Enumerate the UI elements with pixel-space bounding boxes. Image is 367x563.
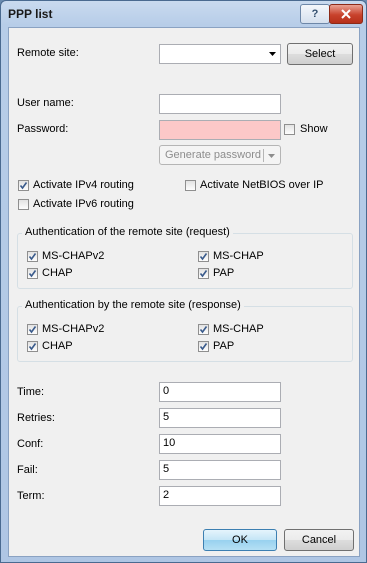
time-input[interactable]: 0 — [159, 382, 281, 402]
response-pap-checkbox[interactable] — [198, 341, 209, 352]
checkmark-icon — [28, 270, 37, 278]
request-pap-checkbox[interactable] — [198, 268, 209, 279]
cancel-button[interactable]: Cancel — [284, 529, 354, 551]
response-mschapv2-checkbox[interactable] — [27, 324, 38, 335]
user-name-label: User name: — [17, 97, 74, 109]
response-mschap-checkbox[interactable] — [198, 324, 209, 335]
conf-input[interactable]: 10 — [159, 434, 281, 454]
request-chap-checkbox[interactable] — [27, 268, 38, 279]
time-label: Time: — [17, 386, 45, 398]
checkmark-icon — [28, 343, 37, 351]
split-divider — [263, 149, 264, 162]
auth-request-title: Authentication of the remote site (reque… — [22, 226, 233, 238]
chevron-down-icon — [269, 52, 276, 56]
close-icon — [341, 9, 351, 19]
term-input[interactable]: 2 — [159, 486, 281, 506]
auth-response-title: Authentication by the remote site (respo… — [22, 299, 244, 311]
request-mschap-label: MS-CHAP — [213, 250, 264, 262]
fail-input[interactable]: 5 — [159, 460, 281, 480]
help-button[interactable]: ? — [300, 4, 330, 24]
retries-label: Retries: — [17, 412, 55, 424]
netbios-label: Activate NetBIOS over IP — [200, 179, 324, 191]
window-title: PPP list — [8, 7, 53, 21]
checkmark-icon — [28, 253, 37, 261]
request-mschap-checkbox[interactable] — [198, 251, 209, 262]
question-mark-icon: ? — [311, 8, 319, 20]
password-label: Password: — [17, 123, 69, 135]
conf-label: Conf: — [17, 438, 44, 450]
cancel-button-label: Cancel — [301, 534, 337, 546]
response-mschapv2-label: MS-CHAPv2 — [42, 323, 105, 335]
checkmark-icon — [199, 253, 208, 261]
ipv4-routing-label: Activate IPv4 routing — [33, 179, 134, 191]
ipv4-routing-checkbox[interactable] — [18, 180, 29, 191]
ipv6-routing-label: Activate IPv6 routing — [33, 198, 134, 210]
ipv6-routing-checkbox[interactable] — [18, 199, 29, 210]
request-pap-label: PAP — [213, 267, 235, 279]
dialog-window: PPP list ? Remote site: Select User name… — [0, 0, 367, 563]
remote-site-combobox[interactable] — [159, 44, 281, 64]
close-button[interactable] — [329, 4, 363, 24]
retries-input[interactable]: 5 — [159, 408, 281, 428]
select-button-label: Select — [304, 48, 336, 60]
show-password-label: Show — [300, 123, 328, 135]
ok-button[interactable]: OK — [203, 529, 277, 551]
netbios-checkbox[interactable] — [185, 180, 196, 191]
user-name-input[interactable] — [159, 94, 281, 114]
response-pap-label: PAP — [213, 340, 235, 352]
response-chap-label: CHAP — [42, 340, 73, 352]
request-mschapv2-label: MS-CHAPv2 — [42, 250, 105, 262]
response-chap-checkbox[interactable] — [27, 341, 38, 352]
term-label: Term: — [17, 490, 45, 502]
dialog-body: Remote site: Select User name: Password:… — [8, 27, 360, 557]
show-password-checkbox[interactable] — [284, 124, 295, 135]
select-button[interactable]: Select — [287, 43, 353, 65]
generate-password-label: Generate password — [165, 149, 261, 161]
checkmark-icon — [19, 182, 28, 190]
checkmark-icon — [199, 343, 208, 351]
checkmark-icon — [199, 270, 208, 278]
checkmark-icon — [28, 326, 37, 334]
remote-site-label: Remote site: — [17, 47, 79, 59]
request-mschapv2-checkbox[interactable] — [27, 251, 38, 262]
generate-password-button[interactable]: Generate password — [159, 145, 281, 165]
request-chap-label: CHAP — [42, 267, 73, 279]
fail-label: Fail: — [17, 464, 38, 476]
chevron-down-icon — [268, 154, 275, 158]
password-input[interactable] — [159, 120, 281, 140]
title-bar: PPP list ? — [1, 1, 366, 27]
ok-button-label: OK — [232, 534, 248, 546]
checkmark-icon — [199, 326, 208, 334]
response-mschap-label: MS-CHAP — [213, 323, 264, 335]
